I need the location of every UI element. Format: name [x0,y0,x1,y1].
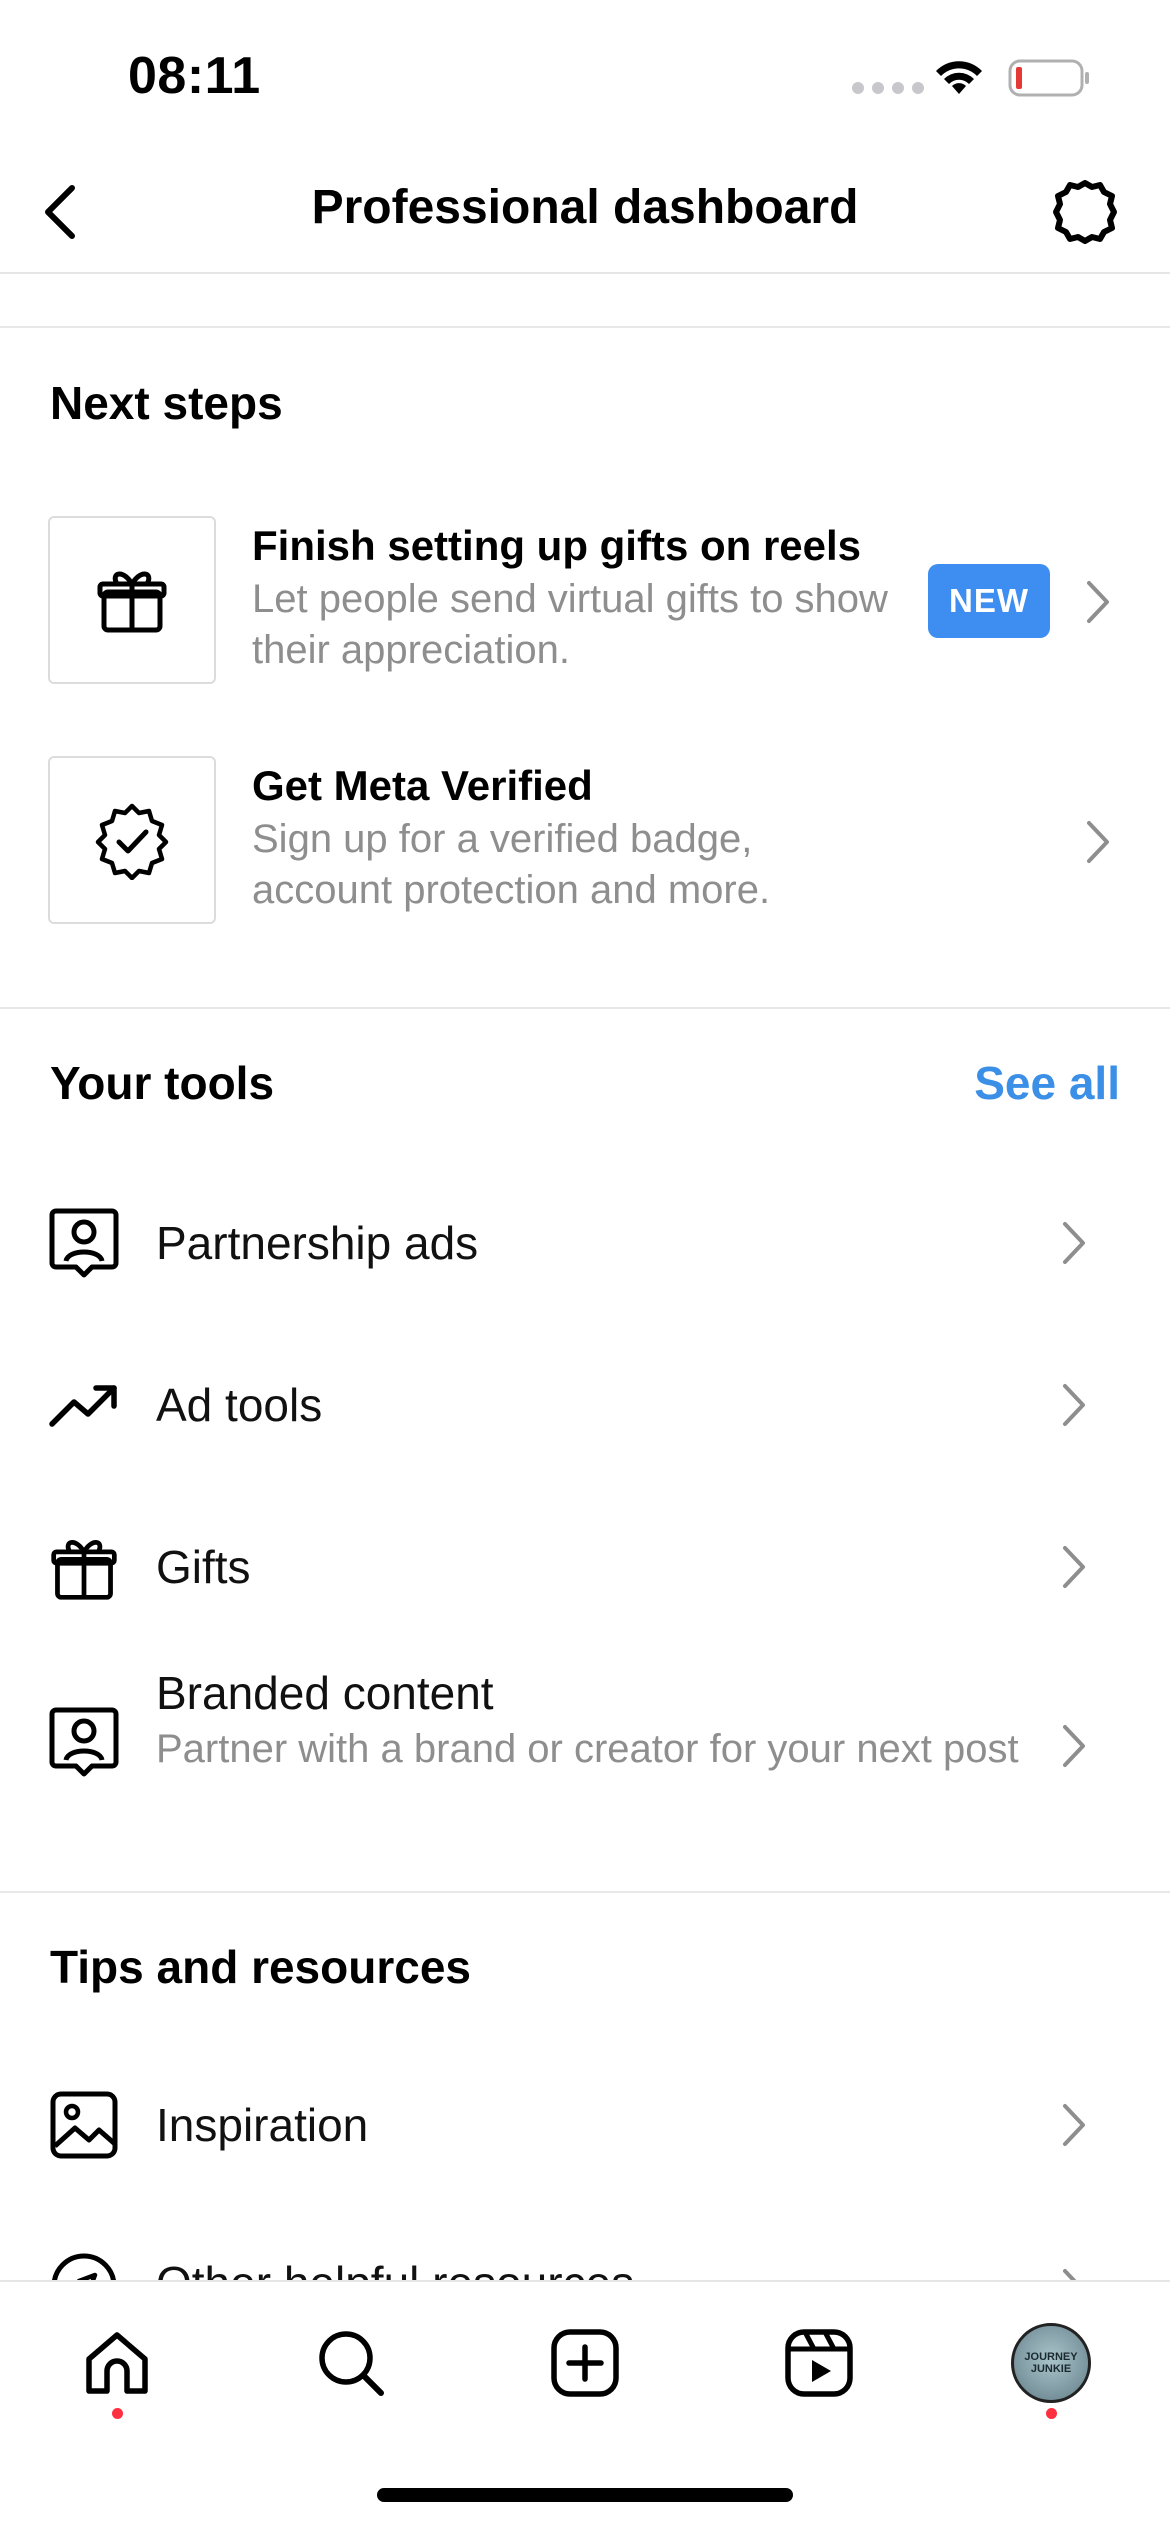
page-title: Professional dashboard [311,181,859,234]
compass-icon [46,2248,122,2280]
tool-row-gifts[interactable]: Gifts [0,1514,1170,1620]
chevron-right-icon [1054,2260,1094,2280]
person-card-icon [46,1704,122,1780]
verified-badge-icon [95,803,169,880]
divider [0,1891,1170,1893]
status-time: 08:11 [128,47,261,105]
image-icon [46,2087,122,2163]
next-step-meta-verified[interactable]: Get Meta Verified Sign up for a verified… [0,756,1170,936]
notification-dot [112,2408,123,2419]
step-description: Sign up for a verified badge, account pr… [252,817,771,912]
section-title-your-tools: Your tools [50,1057,275,1109]
tool-label: Gifts [156,1541,251,1593]
step-title: Finish setting up gifts on reels [252,522,862,569]
search-icon [319,2331,384,2396]
divider [0,326,1170,328]
tool-row-partnership-ads[interactable]: Partnership ads [0,1190,1170,1296]
step-icon-box [48,516,216,684]
tool-row-branded-content[interactable]: Branded content Partner with a brand or … [0,1664,1170,1824]
tips-row-inspiration[interactable]: Inspiration [0,2072,1170,2178]
tool-label: Branded content [156,1667,494,1719]
reels-icon [785,2329,853,2397]
cellular-signal-icon [852,82,924,94]
step-icon-box [48,756,216,924]
person-card-icon [46,1205,122,1281]
chevron-right-icon [1054,1716,1094,1776]
status-bar: 08:11 [0,0,1170,150]
nav-home[interactable] [72,2318,162,2408]
next-step-gifts-on-reels[interactable]: Finish setting up gifts on reels Let peo… [0,516,1170,696]
gift-icon [46,1529,122,1605]
see-all-link[interactable]: See all [974,1056,1120,1110]
chevron-right-icon [1054,1375,1094,1435]
tips-label: Inspiration [156,2099,369,2151]
tips-row-other-resources[interactable]: Other helpful resources [0,2228,1170,2280]
tool-row-ad-tools[interactable]: Ad tools [0,1352,1170,1458]
tips-label: Other helpful resources [156,2256,634,2280]
settings-button[interactable] [1040,172,1130,252]
nav-profile[interactable]: JOURNEY JUNKIE [1006,2318,1096,2408]
home-icon [86,2332,148,2394]
wifi-icon [936,61,982,94]
home-indicator [377,2488,793,2502]
notification-dot [1046,2408,1057,2419]
trending-up-icon [46,1367,122,1443]
step-description: Let people send virtual gifts to show th… [252,577,888,672]
tool-label: Ad tools [156,1379,323,1431]
profile-avatar: JOURNEY JUNKIE [1011,2323,1091,2403]
nav-reels[interactable] [774,2318,864,2408]
gift-icon [97,571,167,633]
tool-label: Partnership ads [156,1217,479,1269]
chevron-right-icon [1054,1537,1094,1597]
chevron-right-icon [1078,812,1118,872]
create-icon [551,2329,619,2397]
chevron-right-icon [1078,572,1118,632]
gear-icon [1053,180,1117,244]
chevron-right-icon [1054,1213,1094,1273]
header: Professional dashboard [0,150,1170,274]
new-badge: NEW [928,564,1050,638]
nav-search[interactable] [306,2318,396,2408]
chevron-right-icon [1054,2095,1094,2155]
section-title-tips: Tips and resources [50,1941,471,1993]
step-title: Get Meta Verified [252,762,593,809]
battery-icon [1008,59,1089,97]
section-title-next-steps: Next steps [50,377,283,429]
nav-create[interactable] [540,2318,630,2408]
divider [0,1007,1170,1009]
tool-description: Partner with a brand or creator for your… [156,1727,1019,1771]
